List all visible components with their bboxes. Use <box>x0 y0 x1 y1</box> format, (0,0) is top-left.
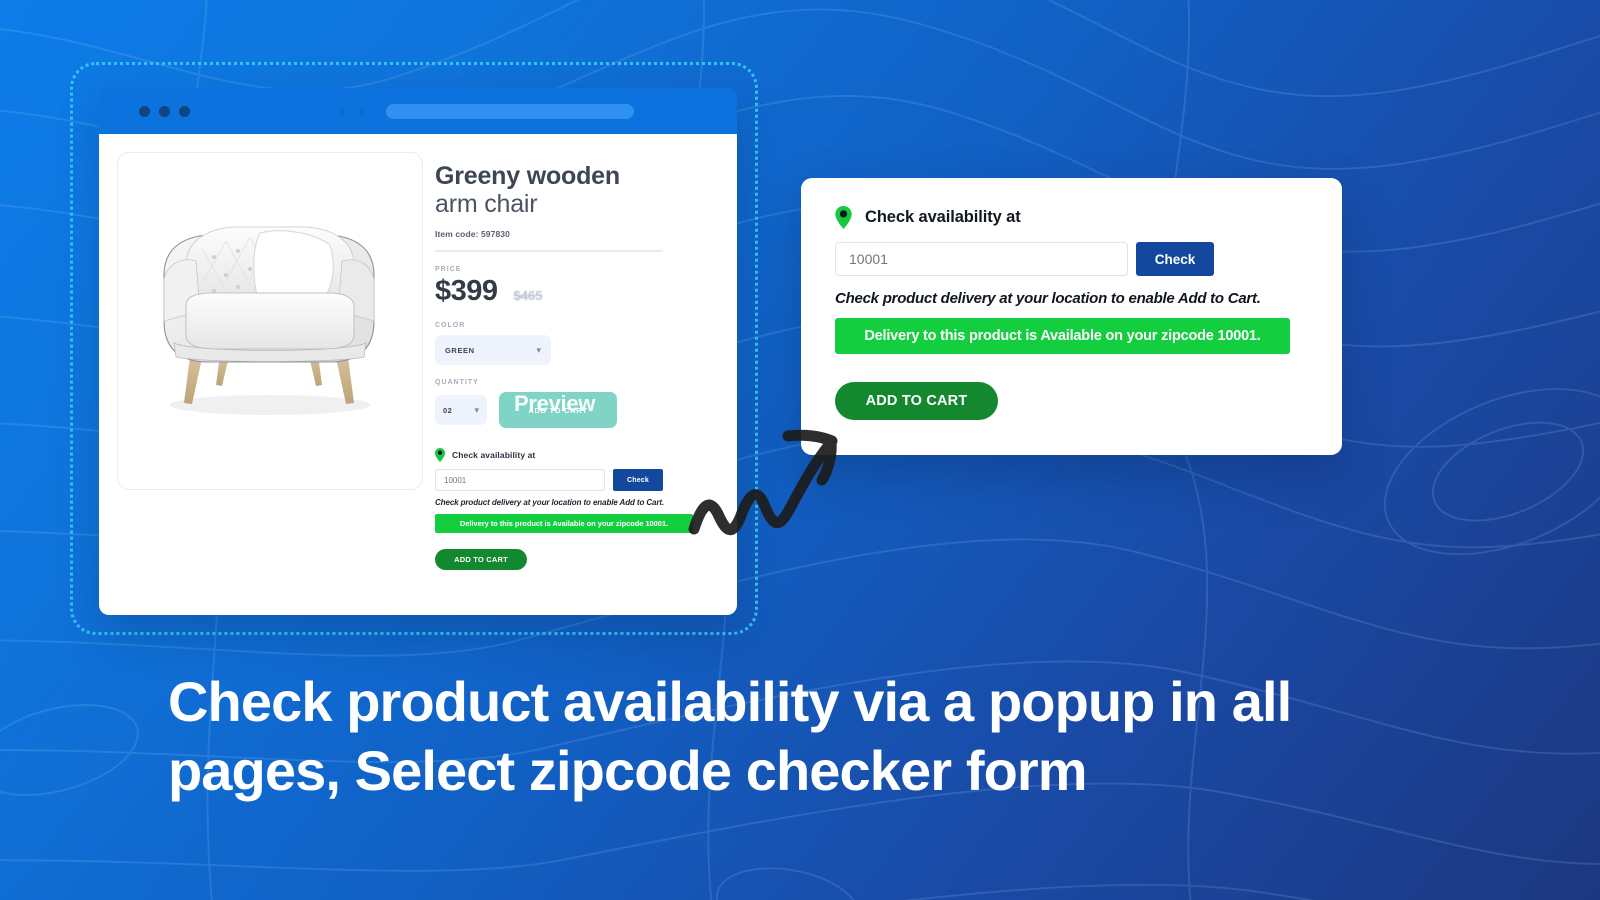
quantity-row: 02 ▾ ADD TO CART <box>435 392 713 428</box>
quantity-select[interactable]: 02 ▾ <box>435 395 487 425</box>
popup-heading: Check availability at <box>865 208 1021 226</box>
url-bar[interactable] <box>386 103 634 119</box>
inline-zipcode-note: Check product delivery at your location … <box>435 498 665 507</box>
chevron-left-icon[interactable]: ‹ <box>340 104 345 119</box>
inline-add-to-cart-button[interactable]: ADD TO CART <box>435 549 527 570</box>
chevron-down-icon: ▾ <box>474 404 479 415</box>
popup-check-button[interactable]: Check <box>1136 242 1214 276</box>
inline-zipcode-checker: Check availability at Check Check produc… <box>435 448 713 570</box>
product-title-line1: Greeny wooden <box>435 162 620 190</box>
product-title-line2: arm chair <box>435 189 538 218</box>
location-pin-icon <box>835 206 852 229</box>
inline-zipcode-heading: Check availability at <box>452 450 536 460</box>
window-dot <box>179 105 190 117</box>
color-select[interactable]: GREEN ▾ <box>435 335 551 365</box>
location-pin-icon <box>435 448 445 462</box>
popup-availability-banner: Delivery to this product is Available on… <box>835 318 1290 354</box>
old-price: $465 <box>513 288 543 303</box>
popup-add-to-cart-button[interactable]: ADD TO CART <box>835 382 998 420</box>
chevron-right-icon[interactable]: › <box>359 104 364 119</box>
add-to-cart-button-disabled[interactable]: ADD TO CART <box>499 392 617 428</box>
window-dots-icon <box>139 105 190 117</box>
browser-nav[interactable]: ‹ › <box>340 104 364 119</box>
popup-zipcode-input[interactable] <box>835 242 1128 276</box>
quantity-label: QUANTITY <box>435 379 479 386</box>
product-title: Greeny wooden arm chair <box>435 162 713 218</box>
inline-zipcode-heading-row: Check availability at <box>435 448 713 462</box>
page-title: Check product availability via a popup i… <box>168 668 1498 806</box>
zipcode-checker-popup: Check availability at Check Check produc… <box>801 178 1342 455</box>
window-dot <box>139 105 150 117</box>
product-image <box>117 152 423 490</box>
popup-heading-row: Check availability at <box>835 206 1308 229</box>
window-dot <box>159 105 170 117</box>
current-price: $399 <box>435 275 498 307</box>
quantity-value: 02 <box>443 405 453 415</box>
item-code: Item code: 597830 <box>435 229 510 239</box>
divider <box>435 250 663 252</box>
chevron-down-icon: ▾ <box>536 344 541 355</box>
price-row: $399 $465 <box>435 275 713 308</box>
popup-zipcode-row: Check <box>835 242 1308 276</box>
browser-toolbar: ‹ › <box>99 88 737 134</box>
color-label: COLOR <box>435 322 466 329</box>
inline-availability-banner: Delivery to this product is Available on… <box>435 514 693 533</box>
headline-line1: Check product availability via a popup i… <box>168 670 1292 733</box>
popup-note: Check product delivery at your location … <box>835 290 1261 307</box>
inline-zipcode-row: Check <box>435 469 713 491</box>
arm-chair-illustration <box>163 226 375 415</box>
color-value: GREEN <box>445 345 475 355</box>
headline-line2: pages, Select zipcode checker form <box>168 738 1088 802</box>
product-details: Greeny wooden arm chair Item code: 59783… <box>423 148 737 615</box>
price-label: PRICE <box>435 266 462 273</box>
inline-check-button[interactable]: Check <box>613 469 663 491</box>
inline-zipcode-input[interactable] <box>435 469 605 491</box>
browser-mockup: ‹ › Greeny wooden arm chair Item code: 5… <box>99 88 737 615</box>
product-page: Greeny wooden arm chair Item code: 59783… <box>99 134 737 615</box>
